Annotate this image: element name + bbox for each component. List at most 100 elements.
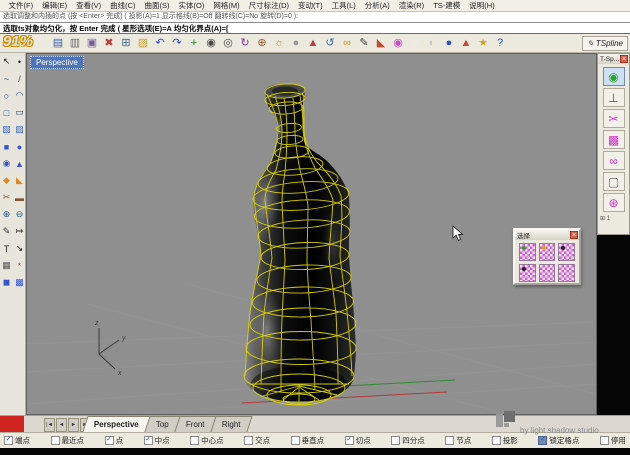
viewport-title[interactable]: Perspective: [30, 56, 84, 69]
arc-icon[interactable]: ◠: [13, 87, 26, 104]
select-edge-loop-icon[interactable]: [519, 264, 536, 282]
gray-sphere-icon[interactable]: ●: [288, 35, 304, 51]
view-tab[interactable]: Right: [210, 416, 252, 432]
annotate-pen-icon[interactable]: ✎: [356, 35, 372, 51]
checkbox[interactable]: [291, 436, 300, 445]
cylinder-icon[interactable]: ◉: [0, 155, 13, 172]
pan-icon[interactable]: +: [186, 35, 202, 51]
copy-icon[interactable]: ⊞: [118, 35, 134, 51]
select-edges-icon[interactable]: [539, 243, 556, 261]
tab-prev[interactable]: ◄: [56, 418, 67, 432]
tspline-toolbar-dock[interactable]: ✎ TSpline: [582, 36, 628, 51]
circle-icon[interactable]: ○: [0, 87, 13, 104]
ts-smooth-toggle-icon[interactable]: ▢: [603, 172, 625, 191]
menu-item[interactable]: 曲面(S): [140, 0, 174, 11]
menu-item[interactable]: 实体(O): [174, 0, 209, 11]
checkbox[interactable]: [4, 436, 13, 445]
checkbox[interactable]: [445, 436, 454, 445]
selection-palette-titlebar[interactable]: 选择 ×: [515, 230, 579, 240]
checkbox[interactable]: [51, 436, 60, 445]
ts-insert-edge-icon[interactable]: ✂: [603, 109, 625, 128]
point-icon[interactable]: •: [13, 53, 26, 70]
osnap-toggle[interactable]: 节点: [445, 435, 471, 446]
viewport-canvas[interactable]: z y x: [27, 54, 596, 414]
select-vertices-icon[interactable]: [519, 243, 536, 261]
wireframe-sphere-icon[interactable]: ○: [407, 35, 423, 51]
text-icon[interactable]: T: [0, 240, 13, 257]
boolean-diff-icon[interactable]: ⊖: [13, 206, 26, 223]
explode-icon[interactable]: *: [13, 257, 26, 274]
checkbox[interactable]: [190, 436, 199, 445]
menu-item[interactable]: 变动(T): [294, 0, 328, 11]
line-icon[interactable]: /: [13, 70, 26, 87]
mesh-icon[interactable]: ▩: [13, 274, 26, 291]
cone-icon[interactable]: ▲: [13, 155, 26, 172]
view-tab[interactable]: Front: [174, 416, 216, 432]
close-icon[interactable]: ×: [620, 55, 628, 63]
select-ring-icon[interactable]: [558, 264, 575, 282]
chamfer-icon[interactable]: ◣: [13, 172, 26, 189]
osnap-toggle[interactable]: 中心点: [190, 435, 224, 446]
osnap-toggle[interactable]: 垂直点: [291, 435, 325, 446]
shaded-sphere-icon[interactable]: ◐: [424, 35, 440, 51]
menu-item[interactable]: 分析(A): [360, 0, 394, 11]
color-wheel-icon[interactable]: ◉: [390, 35, 406, 51]
osnap-toggle[interactable]: 端点: [4, 435, 30, 446]
curve-icon[interactable]: ~: [0, 70, 13, 87]
osnap-toggle[interactable]: 四分点: [391, 435, 425, 446]
checkbox[interactable]: [244, 436, 253, 445]
redo-icon[interactable]: ↷: [169, 35, 185, 51]
undo-icon[interactable]: ↶: [152, 35, 168, 51]
perspective-viewport[interactable]: Perspective: [26, 53, 597, 415]
rotate-view-icon[interactable]: ↻: [237, 35, 253, 51]
dimension-icon[interactable]: ↘: [13, 240, 26, 257]
print-icon[interactable]: ▥: [67, 35, 83, 51]
zoom-icon[interactable]: ◉: [203, 35, 219, 51]
save-icon[interactable]: ▤: [50, 35, 66, 51]
select-faces-icon[interactable]: [558, 243, 575, 261]
menu-item[interactable]: 编辑(E): [38, 0, 72, 11]
menu-item[interactable]: 网格(M): [209, 0, 244, 11]
close-icon[interactable]: ×: [570, 231, 578, 239]
menu-item[interactable]: 工具(L): [327, 0, 360, 11]
osnap-toggle[interactable]: 中点: [144, 435, 170, 446]
command-prompt[interactable]: 选取ts对象均匀化，按 Enter 完成 ( 星形选项(E)=A 均匀化界点(A…: [0, 22, 630, 34]
menu-item[interactable]: 渲染(R): [394, 0, 428, 11]
menu-item[interactable]: TS-建模: [429, 0, 465, 11]
group-icon[interactable]: ▦: [0, 257, 13, 274]
polyline-icon[interactable]: □: [0, 104, 13, 121]
ts-activate-icon[interactable]: ◉: [603, 67, 625, 86]
ts-weld-icon[interactable]: ∞: [603, 151, 625, 170]
osnap-toggle[interactable]: 切点: [345, 435, 371, 446]
osnap-toggle[interactable]: 最近点: [51, 435, 85, 446]
ts-control-cage-icon[interactable]: ▩: [603, 130, 625, 149]
flag-icon[interactable]: ▲: [458, 35, 474, 51]
tab-next[interactable]: ►: [68, 418, 79, 432]
checkbox[interactable]: [105, 436, 114, 445]
menu-item[interactable]: 尺寸标注(D): [244, 0, 293, 11]
surface-icon[interactable]: ▧: [0, 121, 13, 138]
box-icon[interactable]: ■: [0, 138, 13, 155]
lamp-icon[interactable]: ☼: [271, 35, 287, 51]
ts-sphere-icon[interactable]: ⊛: [603, 193, 625, 212]
menu-item[interactable]: 说明(H): [465, 0, 499, 11]
checkbox[interactable]: [144, 436, 153, 445]
checkbox[interactable]: [391, 436, 400, 445]
rendered-sphere-icon[interactable]: ●: [441, 35, 457, 51]
paste-icon[interactable]: ▨: [135, 35, 151, 51]
boolean-union-icon[interactable]: ⊕: [0, 206, 13, 223]
menu-item[interactable]: 曲线(C): [106, 0, 140, 11]
view-tab[interactable]: Perspective: [82, 416, 150, 432]
select-face-loop-icon[interactable]: [539, 264, 556, 282]
fillet-icon[interactable]: ◆: [0, 172, 13, 189]
cplane-icon[interactable]: ▲: [305, 35, 321, 51]
split-icon[interactable]: ▬: [13, 189, 26, 206]
link-icon[interactable]: ∞: [339, 35, 355, 51]
rectangle-icon[interactable]: ▭: [13, 104, 26, 121]
menu-item[interactable]: 查看(V): [72, 0, 106, 11]
menu-item[interactable]: 文件(F): [4, 0, 38, 11]
osnap-toggle[interactable]: 点: [105, 435, 124, 446]
delete-icon[interactable]: ✖: [101, 35, 117, 51]
zoom-extents-icon[interactable]: ⊕: [254, 35, 270, 51]
select-arrow-icon[interactable]: ↖: [0, 53, 13, 70]
